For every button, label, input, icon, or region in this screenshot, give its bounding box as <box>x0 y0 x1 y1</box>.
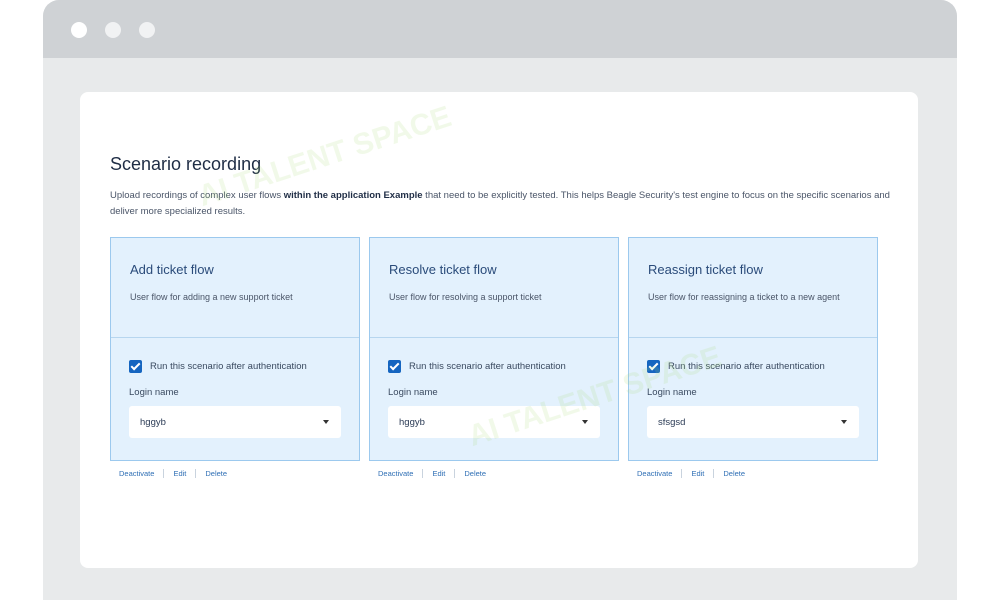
card-subtitle: User flow for adding a new support ticke… <box>130 292 293 302</box>
login-name-label: Login name <box>388 387 438 398</box>
window-close-dot[interactable] <box>71 22 87 38</box>
card-actions-resolve-ticket: Deactivate Edit Delete <box>378 469 486 478</box>
deactivate-link[interactable]: Deactivate <box>119 469 154 478</box>
delete-link[interactable]: Delete <box>723 469 745 478</box>
divider <box>163 469 165 478</box>
deactivate-link[interactable]: Deactivate <box>637 469 672 478</box>
auth-checkbox-label: Run this scenario after authentication <box>668 361 825 372</box>
login-name-value: sfsgsd <box>658 416 686 428</box>
card-actions-add-ticket: Deactivate Edit Delete <box>119 469 227 478</box>
deactivate-link[interactable]: Deactivate <box>378 469 413 478</box>
divider <box>713 469 715 478</box>
caret-down-icon <box>841 420 847 424</box>
card-body: Run this scenario after authentication L… <box>111 338 359 438</box>
card-actions-reassign-ticket: Deactivate Edit Delete <box>637 469 745 478</box>
login-name-value: hggyb <box>399 416 425 428</box>
window-titlebar <box>43 0 957 58</box>
caret-down-icon <box>323 420 329 424</box>
auth-checkbox-label: Run this scenario after authentication <box>409 361 566 372</box>
divider <box>681 469 683 478</box>
login-name-value: hggyb <box>140 416 166 428</box>
card-header: Add ticket flow User flow for adding a n… <box>111 238 359 338</box>
description-bold: within the application Example <box>283 190 423 201</box>
card-header: Reassign ticket flow User flow for reass… <box>629 238 877 338</box>
caret-down-icon <box>582 420 588 424</box>
card-subtitle: User flow for reassigning a ticket to a … <box>648 292 840 302</box>
card-title: Resolve ticket flow <box>389 262 497 277</box>
card-title: Add ticket flow <box>130 262 214 277</box>
page-title: Scenario recording <box>110 154 262 174</box>
auth-checkbox-row[interactable]: Run this scenario after authentication <box>388 360 600 373</box>
window-maximize-dot[interactable] <box>139 22 155 38</box>
login-name-select[interactable]: hggyb <box>129 406 341 438</box>
scenario-panel: Scenario recording Upload recordings of … <box>80 92 918 568</box>
auth-checkbox-label: Run this scenario after authentication <box>150 361 307 372</box>
card-body: Run this scenario after authentication L… <box>629 338 877 438</box>
login-name-label: Login name <box>647 387 697 398</box>
delete-link[interactable]: Delete <box>464 469 486 478</box>
auth-checkbox-row[interactable]: Run this scenario after authentication <box>647 360 859 373</box>
auth-checkbox[interactable] <box>388 360 401 373</box>
auth-checkbox[interactable] <box>129 360 142 373</box>
divider <box>195 469 197 478</box>
divider <box>454 469 456 478</box>
login-name-select[interactable]: sfsgsd <box>647 406 859 438</box>
scenario-card-add-ticket: Add ticket flow User flow for adding a n… <box>110 237 360 461</box>
card-title: Reassign ticket flow <box>648 262 763 277</box>
description-text: Upload recordings of complex user flows <box>110 190 284 201</box>
edit-link[interactable]: Edit <box>173 469 186 478</box>
edit-link[interactable]: Edit <box>432 469 445 478</box>
browser-window: Scenario recording Upload recordings of … <box>43 0 957 600</box>
page-description: Upload recordings of complex user flows … <box>110 188 900 220</box>
scenario-cards: Add ticket flow User flow for adding a n… <box>110 237 880 487</box>
auth-checkbox[interactable] <box>647 360 660 373</box>
window-minimize-dot[interactable] <box>105 22 121 38</box>
card-header: Resolve ticket flow User flow for resolv… <box>370 238 618 338</box>
auth-checkbox-row[interactable]: Run this scenario after authentication <box>129 360 341 373</box>
scenario-card-resolve-ticket: Resolve ticket flow User flow for resolv… <box>369 237 619 461</box>
divider <box>422 469 424 478</box>
edit-link[interactable]: Edit <box>691 469 704 478</box>
login-name-label: Login name <box>129 387 179 398</box>
delete-link[interactable]: Delete <box>205 469 227 478</box>
card-body: Run this scenario after authentication L… <box>370 338 618 438</box>
card-subtitle: User flow for resolving a support ticket <box>389 292 542 302</box>
login-name-select[interactable]: hggyb <box>388 406 600 438</box>
scenario-card-reassign-ticket: Reassign ticket flow User flow for reass… <box>628 237 878 461</box>
